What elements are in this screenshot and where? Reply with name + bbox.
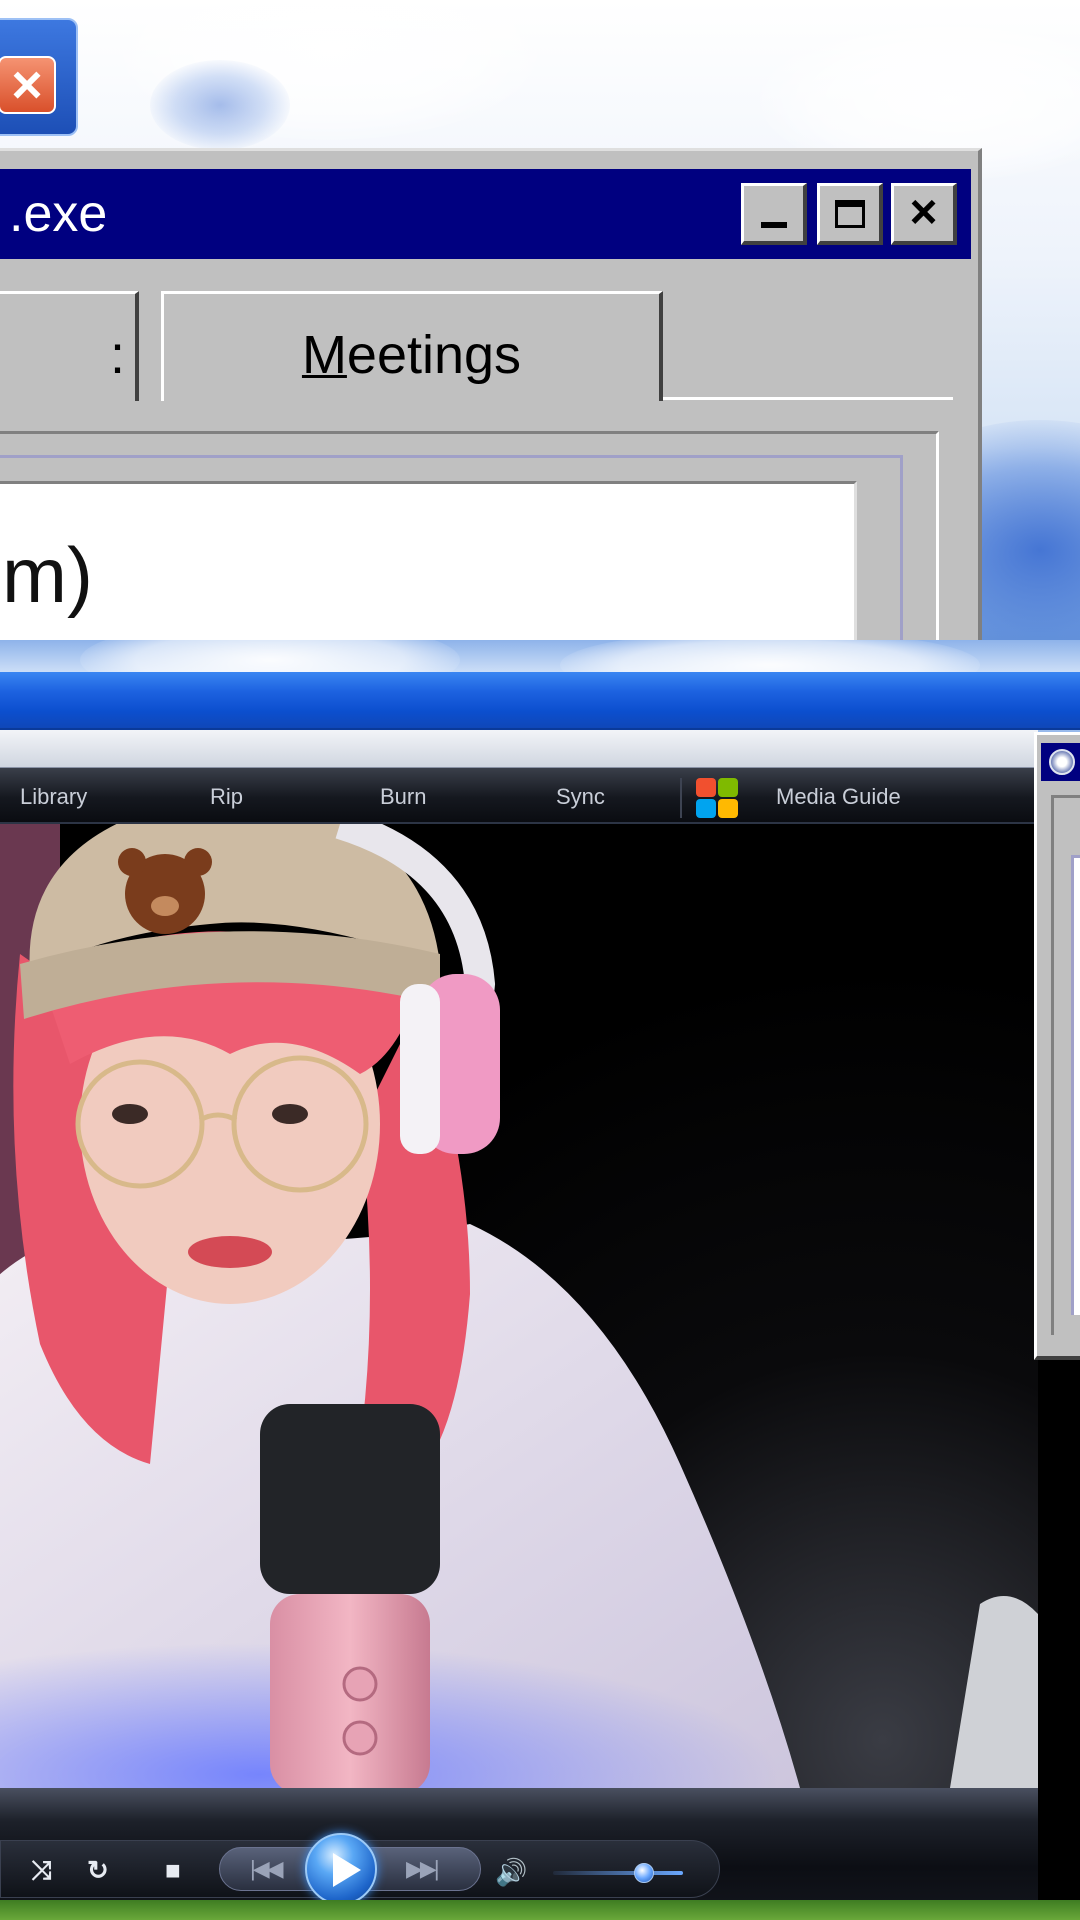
tab-meetings[interactable]: Meetings [161, 291, 663, 401]
tab-label: Meetings [164, 324, 659, 386]
stop-button[interactable]: ■ [165, 1857, 181, 1883]
nav-burn[interactable]: Burn [380, 784, 426, 810]
tab-previous[interactable]: : [0, 291, 139, 401]
minimize-button[interactable] [741, 183, 807, 245]
window-title-bar[interactable]: .exe × [0, 169, 971, 259]
close-icon: × [909, 186, 938, 239]
volume-slider[interactable] [553, 1871, 683, 1875]
shuffle-button[interactable]: ⤨ [31, 1857, 52, 1883]
sky-patch [150, 60, 290, 150]
previous-button[interactable]: |◀◀ [250, 1856, 284, 1882]
background-window-frame: × [0, 18, 78, 136]
nav-separator [680, 778, 682, 818]
maximize-button[interactable] [817, 183, 883, 245]
tab-label: : [109, 325, 125, 385]
windows-logo-icon [694, 776, 740, 820]
media-player-menu-strip [0, 730, 1038, 768]
minimize-icon [760, 222, 787, 228]
desktop-sky-panel: × .exe × : Meetings m) [0, 0, 1080, 640]
tab-baseline [663, 397, 953, 400]
repeat-button[interactable]: ↻ [87, 1857, 109, 1883]
media-player-window: Library Rip Burn Sync Media Guide ⤨ ↻ ■ … [0, 730, 1038, 1920]
window-title: .exe [9, 185, 108, 243]
video-area[interactable] [0, 824, 1038, 1788]
webcam-video-frame [0, 824, 1038, 1788]
side-window-title-bar[interactable] [1041, 743, 1080, 781]
side-window-field [1071, 855, 1080, 1315]
play-icon [333, 1853, 361, 1887]
screen: × .exe × : Meetings m) Library Rip Burn … [0, 0, 1080, 1920]
desktop-grass [0, 1900, 1080, 1920]
next-button[interactable]: ▶▶| [406, 1856, 440, 1882]
nav-library[interactable]: Library [20, 784, 87, 810]
text-field[interactable]: m) [0, 481, 857, 640]
side-window [1034, 732, 1080, 1360]
play-button[interactable] [305, 1833, 377, 1905]
tab-accelerator: M [301, 325, 347, 385]
mute-button[interactable]: 🔊 [495, 1857, 527, 1888]
tab-label-rest: eetings [346, 325, 522, 385]
nav-rip[interactable]: Rip [210, 784, 243, 810]
volume-slider-thumb[interactable] [634, 1863, 654, 1883]
maximize-icon [834, 200, 865, 228]
media-player-nav: Library Rip Burn Sync Media Guide [0, 768, 1038, 824]
nav-media-guide[interactable]: Media Guide [776, 784, 901, 810]
transport-bar: ⤨ ↻ ■ |◀◀ ▶▶| 🔊 [0, 1833, 720, 1905]
background-close-button[interactable]: × [0, 56, 56, 114]
close-button[interactable]: × [891, 183, 957, 245]
xp-title-bar[interactable] [0, 672, 1080, 730]
clock-icon [1049, 749, 1075, 775]
text-field-value: m) [2, 531, 93, 619]
win98-window: .exe × : Meetings m) [0, 148, 982, 640]
nav-sync[interactable]: Sync [556, 784, 605, 810]
